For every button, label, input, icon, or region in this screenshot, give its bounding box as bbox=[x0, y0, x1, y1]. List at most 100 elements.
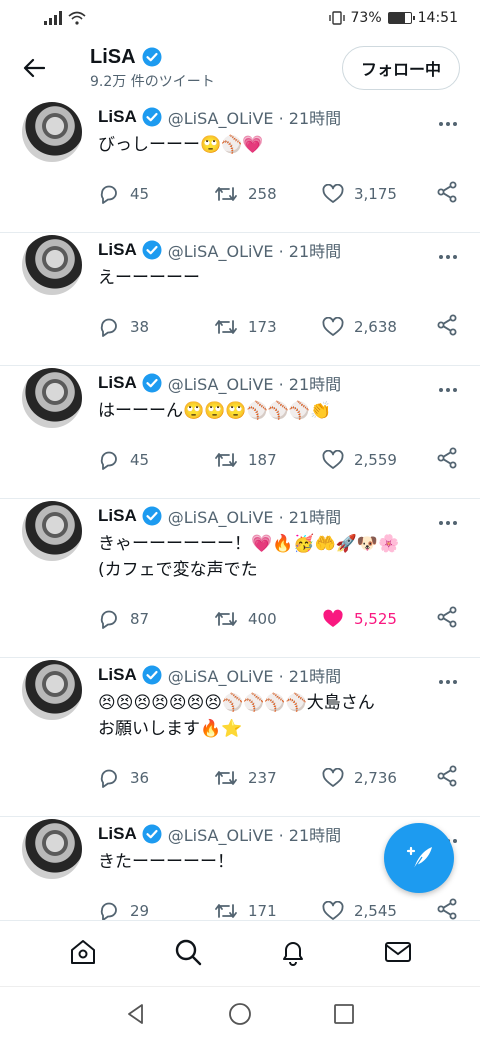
back-button[interactable] bbox=[20, 54, 48, 82]
tweet-author-name[interactable]: LiSA bbox=[98, 240, 137, 260]
clock: 14:51 bbox=[417, 10, 458, 26]
avatar[interactable] bbox=[22, 819, 82, 879]
share-button[interactable] bbox=[436, 447, 458, 473]
tweet-header: LiSA @LiSA_OLiVE · 21時間 bbox=[98, 104, 460, 130]
retweet-count: 171 bbox=[248, 902, 277, 920]
vibrate-icon bbox=[328, 11, 345, 25]
retweet-button[interactable]: 173 bbox=[214, 316, 322, 338]
retweet-icon bbox=[215, 453, 237, 467]
reply-icon bbox=[100, 451, 117, 470]
reply-button[interactable]: 29 bbox=[98, 900, 214, 920]
more-button[interactable] bbox=[438, 112, 458, 131]
more-button[interactable] bbox=[438, 378, 458, 397]
verified-badge-icon bbox=[142, 824, 162, 844]
avatar[interactable] bbox=[22, 501, 82, 561]
share-icon bbox=[437, 314, 457, 336]
share-icon bbox=[437, 765, 457, 787]
status-bar: 73% 14:51 bbox=[0, 0, 480, 36]
share-button[interactable] bbox=[436, 606, 458, 632]
avatar[interactable] bbox=[22, 368, 82, 428]
following-button[interactable]: フォロー中 bbox=[341, 46, 460, 90]
share-button[interactable] bbox=[436, 898, 458, 920]
retweet-button[interactable]: 237 bbox=[214, 767, 322, 789]
retweet-count: 258 bbox=[248, 185, 277, 203]
tweet-author-name[interactable]: LiSA bbox=[98, 107, 137, 127]
verified-badge-icon bbox=[142, 665, 162, 685]
share-button[interactable] bbox=[436, 314, 458, 340]
compose-button[interactable] bbox=[384, 823, 454, 893]
avatar[interactable] bbox=[22, 235, 82, 295]
retweet-icon bbox=[215, 187, 237, 201]
nav-messages[interactable] bbox=[383, 937, 413, 971]
nav-home[interactable] bbox=[68, 937, 98, 971]
retweet-count: 173 bbox=[248, 318, 277, 336]
reply-button[interactable]: 87 bbox=[98, 608, 214, 630]
system-recents-icon[interactable] bbox=[332, 1002, 356, 1026]
like-button[interactable]: 5,525 bbox=[322, 609, 454, 629]
retweet-button[interactable]: 171 bbox=[214, 900, 322, 920]
system-home-icon[interactable] bbox=[228, 1002, 252, 1026]
retweet-button[interactable]: 400 bbox=[214, 608, 322, 630]
reply-button[interactable]: 38 bbox=[98, 316, 214, 338]
signal-icon bbox=[44, 11, 62, 25]
heart-icon bbox=[322, 184, 344, 203]
reply-count: 45 bbox=[130, 451, 150, 469]
avatar[interactable] bbox=[22, 660, 82, 720]
retweet-count: 237 bbox=[248, 769, 277, 787]
system-back-icon[interactable] bbox=[124, 1002, 148, 1026]
share-button[interactable] bbox=[436, 765, 458, 791]
tweet-handle-time: @LiSA_OLiVE · 21時間 bbox=[167, 826, 342, 845]
tweet-handle-time: @LiSA_OLiVE · 21時間 bbox=[167, 508, 342, 527]
retweet-icon bbox=[215, 612, 237, 626]
more-button[interactable] bbox=[438, 511, 458, 530]
like-button[interactable]: 2,736 bbox=[322, 768, 454, 788]
like-button[interactable]: 2,559 bbox=[322, 450, 454, 470]
tweet-feed[interactable]: LiSA @LiSA_OLiVE · 21時間 びっしーーー🙄⚾💗 45 258… bbox=[0, 100, 480, 920]
tweet-text: はーーーん🙄🙄🙄⚾⚾⚾👏 bbox=[98, 401, 332, 421]
wifi-icon bbox=[68, 11, 86, 25]
tweet-body: LiSA @LiSA_OLiVE · 21時間 きゃーーーーーー！💗🔥🥳🤲🚀🐶🌸… bbox=[98, 503, 460, 641]
avatar[interactable] bbox=[22, 102, 82, 162]
tweet-author-name[interactable]: LiSA bbox=[98, 665, 137, 685]
like-button[interactable]: 3,175 bbox=[322, 184, 454, 204]
heart-icon bbox=[322, 901, 344, 920]
share-icon bbox=[437, 447, 457, 469]
tweet-item[interactable]: LiSA @LiSA_OLiVE · 21時間 きゃーーーーーー！💗🔥🥳🤲🚀🐶🌸… bbox=[0, 499, 480, 658]
retweet-count: 400 bbox=[248, 610, 277, 628]
tweet-author-name[interactable]: LiSA bbox=[98, 506, 137, 526]
tweet-item[interactable]: LiSA @LiSA_OLiVE · 21時間 😣😣😣😣😣😣😣⚾⚾⚾⚾大島さん … bbox=[0, 658, 480, 817]
reply-icon bbox=[100, 610, 117, 629]
battery-icon bbox=[387, 12, 415, 24]
retweet-button[interactable]: 258 bbox=[214, 183, 322, 205]
like-button[interactable]: 2,545 bbox=[322, 901, 454, 920]
tweet-item[interactable]: LiSA @LiSA_OLiVE · 21時間 びっしーーー🙄⚾💗 45 258… bbox=[0, 100, 480, 233]
tweet-author-name[interactable]: LiSA bbox=[98, 824, 137, 844]
tweet-text: えーーーーー bbox=[98, 268, 200, 288]
retweet-count: 187 bbox=[248, 451, 277, 469]
more-button[interactable] bbox=[438, 245, 458, 264]
tweet-actions: 29 171 2,545 bbox=[98, 889, 460, 920]
more-button[interactable] bbox=[438, 670, 458, 689]
like-count: 2,736 bbox=[354, 769, 397, 787]
tweet-item[interactable]: LiSA @LiSA_OLiVE · 21時間 はーーーん🙄🙄🙄⚾⚾⚾👏 45 … bbox=[0, 366, 480, 499]
like-button[interactable]: 2,638 bbox=[322, 317, 454, 337]
share-button[interactable] bbox=[436, 181, 458, 207]
tweet-text: きゃーーーーーー！💗🔥🥳🤲🚀🐶🌸 (カフェで変な声でた bbox=[98, 534, 400, 580]
retweet-button[interactable]: 187 bbox=[214, 449, 322, 471]
system-navigation bbox=[0, 986, 480, 1040]
more-icon bbox=[439, 388, 457, 392]
reply-button[interactable]: 36 bbox=[98, 767, 214, 789]
tweet-item[interactable]: LiSA @LiSA_OLiVE · 21時間 えーーーーー 38 173 2,… bbox=[0, 233, 480, 366]
reply-button[interactable]: 45 bbox=[98, 183, 214, 205]
reply-button[interactable]: 45 bbox=[98, 449, 214, 471]
status-right: 73% 14:51 bbox=[328, 10, 458, 26]
verified-badge-icon bbox=[142, 506, 162, 526]
tweet-handle-time: @LiSA_OLiVE · 21時間 bbox=[167, 375, 342, 394]
nav-search[interactable] bbox=[173, 937, 203, 971]
tweet-count: 9.2万 件のツイート bbox=[90, 73, 215, 90]
reply-count: 29 bbox=[130, 902, 150, 920]
tweet-body: LiSA @LiSA_OLiVE · 21時間 😣😣😣😣😣😣😣⚾⚾⚾⚾大島さん … bbox=[98, 662, 460, 800]
nav-notifications[interactable] bbox=[278, 937, 308, 971]
share-icon bbox=[437, 606, 457, 628]
tweet-author-name[interactable]: LiSA bbox=[98, 373, 137, 393]
